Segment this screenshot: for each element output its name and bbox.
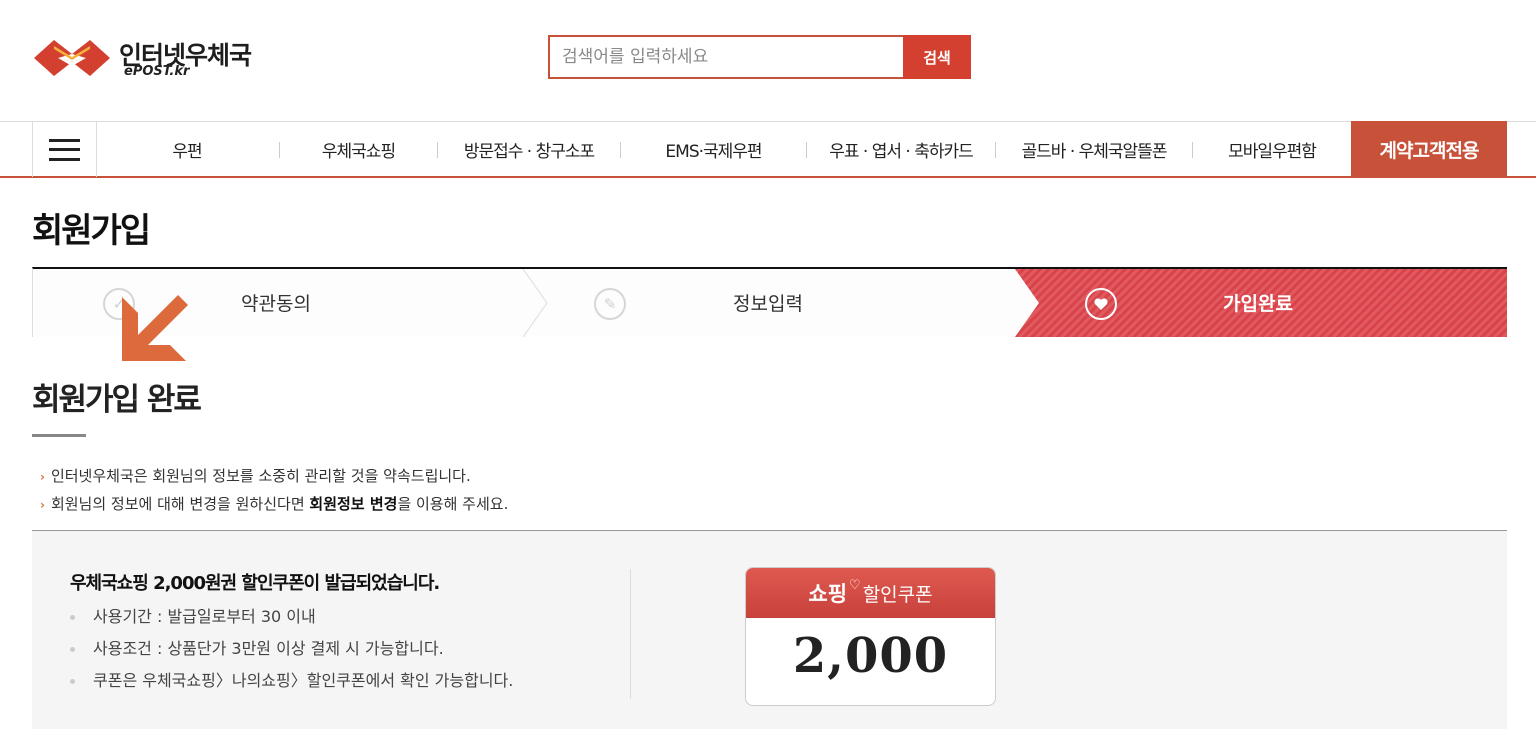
nav-item-goldbar[interactable]: 골드바 · 우체국알뜰폰	[996, 122, 1192, 177]
hamburger-icon	[49, 138, 80, 161]
menu-button[interactable]	[32, 122, 97, 177]
bullet-icon	[70, 647, 75, 652]
coupon-card-label: 할인쿠폰	[862, 583, 933, 606]
section-title: 회원가입 완료	[32, 382, 202, 418]
pencil-icon: ✎	[594, 288, 626, 320]
page-title: 회원가입	[32, 211, 151, 251]
vertical-divider	[630, 569, 631, 699]
search-input[interactable]	[550, 37, 903, 77]
member-info-change-link[interactable]: 회원정보 변경	[309, 495, 397, 513]
notice-text: 을 이용해 주세요.	[397, 495, 509, 513]
epost-logo-icon	[34, 40, 110, 76]
chevron-right-icon: ›	[40, 498, 45, 512]
coupon-panel: 우체국쇼핑 2,000원권 할인쿠폰이 발급되었습니다. 사용기간 : 발급일로…	[32, 531, 1507, 729]
nav-item-mobile-mailbox[interactable]: 모바일우편함	[1193, 122, 1351, 177]
search-button[interactable]: 검색	[903, 35, 971, 79]
coupon-card: 쇼핑 ♡ 할인쿠폰 2,000	[745, 567, 996, 706]
notice-line-1: › 인터넷우체국은 회원님의 정보를 소중히 관리할 것을 약속드립니다.	[40, 465, 471, 486]
coupon-detail: 사용조건 : 상품단가 3만원 이상 결제 시 가능합니다.	[70, 635, 444, 659]
bullet-icon	[70, 615, 75, 620]
nav-item-ems[interactable]: EMS·국제우편	[621, 122, 806, 177]
nav-item-shopping[interactable]: 우체국쇼핑	[280, 122, 437, 177]
notice-text: 회원님의 정보에 대해 변경을 원하신다면	[50, 495, 310, 513]
step-complete: 가입완료	[1223, 293, 1293, 315]
coupon-card-shop: 쇼핑	[808, 582, 848, 606]
logo-subtitle: ePOST.kr	[124, 64, 190, 79]
nav-item-parcel[interactable]: 방문접수 · 창구소포	[438, 122, 620, 177]
title-underline	[32, 434, 86, 437]
coupon-card-header: 쇼핑 ♡ 할인쿠폰	[746, 568, 995, 618]
coupon-headline: 우체국쇼핑 2,000원권 할인쿠폰이 발급되었습니다.	[70, 573, 440, 594]
nav-item-postal[interactable]: 우편	[97, 122, 277, 177]
signup-steps: ✓ 약관동의 ✎ 정보입력 가입완료	[32, 267, 1507, 337]
notice-text: 인터넷우체국은 회원님의 정보를 소중히 관리할 것을 약속드립니다.	[50, 467, 471, 485]
step-info: 정보입력	[733, 293, 803, 315]
heart-icon: ♡	[849, 577, 861, 593]
notice-line-2: › 회원님의 정보에 대해 변경을 원하신다면 회원정보 변경을 이용해 주세요.	[40, 493, 508, 514]
arrow-down-left-icon	[122, 295, 188, 361]
heart-icon	[1085, 288, 1117, 320]
bullet-icon	[70, 679, 75, 684]
coupon-detail: 쿠폰은 우체국쇼핑〉나의쇼핑〉할인쿠폰에서 확인 가능합니다.	[70, 667, 513, 691]
search-bar: 검색	[548, 35, 971, 79]
main-nav: 우편 우체국쇼핑 방문접수 · 창구소포 EMS·국제우편 우표 · 엽서 · …	[0, 121, 1536, 178]
epost-logo[interactable]: 인터넷우체국 ePOST.kr	[32, 36, 272, 84]
chevron-right-icon: ›	[40, 470, 45, 484]
coupon-amount: 2,000	[792, 628, 949, 684]
coupon-detail: 사용기간 : 발급일로부터 30 이내	[70, 603, 316, 627]
step-terms: 약관동의	[241, 293, 311, 315]
nav-item-stamps[interactable]: 우표 · 엽서 · 축하카드	[807, 122, 995, 177]
nav-item-contract-customer[interactable]: 계약고객전용	[1351, 121, 1507, 178]
